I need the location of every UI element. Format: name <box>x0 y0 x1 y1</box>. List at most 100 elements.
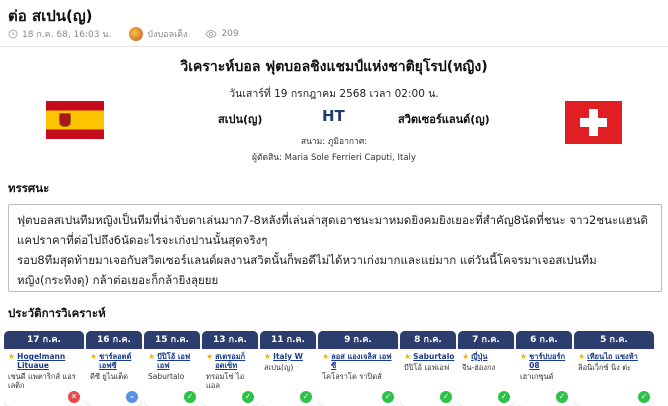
history-card-team[interactable]: Saburtalo <box>413 352 454 361</box>
history-card[interactable]: 8 ก.ค. ★ Saburtalo บีปิโอ้ เอฟเอฟ ✓ <box>400 331 456 406</box>
history-card-date: 8 ก.ค. <box>400 331 456 349</box>
win-check-icon: ✓ <box>556 391 568 403</box>
publish-date: 18 ก.ค. 68, 16:03 น. <box>8 27 111 41</box>
history-card-opponent: โคโลราโด ราปิดส์ <box>322 372 382 381</box>
star-icon: ★ <box>322 352 330 361</box>
star-icon: ★ <box>578 352 586 361</box>
spain-crest-icon <box>59 113 71 127</box>
publish-date-text: 18 ก.ค. 68, 16:03 น. <box>22 30 112 40</box>
history-card-team[interactable]: สเตรอมก็อดเซ็ท <box>215 352 254 370</box>
history-card-opponent: เฮาเกซุนด์ <box>520 372 554 381</box>
history-card[interactable]: 11 ก.ค. ★ Italy W สเปน(ญ) ✓ <box>260 331 316 406</box>
opinion-paragraph-1: ฟุตบอลสเปนทีมหญิงเป็นทีมที่น่าจับตาเล่นม… <box>17 213 648 247</box>
star-icon: ★ <box>264 352 272 361</box>
history-card-pick: ★ Italy W <box>264 352 312 361</box>
history-card-pick: ★ เทียนไถ แชงห้า <box>578 352 650 361</box>
win-check-icon: ✓ <box>382 391 394 403</box>
view-count: 209 <box>205 29 239 39</box>
away-team: สวิตเซอร์แลนด์(ญ) <box>398 113 490 126</box>
loss-cross-icon: ✕ <box>68 391 80 403</box>
history-card-team[interactable]: Italy W <box>273 352 303 361</box>
history-card-team[interactable]: ญี่ปุ่น <box>471 352 487 361</box>
star-icon: ★ <box>462 352 470 361</box>
history-card-pick: ★ Saburtalo <box>404 352 454 361</box>
history-card-team[interactable]: Hogelmann Lituaue <box>17 352 80 370</box>
history-card-body: ★ ชาร์ลอตต์ เอฟซีดีซี ยูไนเต็ด – <box>86 349 142 406</box>
history-card-team[interactable]: ลอส แองเจลิส เอฟซี <box>331 352 394 370</box>
history-card-body: ★ บีปิโอ้ เอฟเอฟ Saburtalo ✓ <box>144 349 200 406</box>
history-card[interactable]: 7 ก.ค. ★ ญี่ปุ่นจีน-ฮ่องกง ✓ <box>458 331 514 406</box>
history-card-opponent: จีน-ฮ่องกง <box>462 363 496 372</box>
history-card-body: ★ ชาร์ปบอร์ก 08 เฮาเกซุนด์ ✓ <box>516 349 572 406</box>
win-check-icon: ✓ <box>498 391 510 403</box>
history-card-opponent: บีปิโอ้ เอฟเอฟ <box>404 363 450 372</box>
history-card-opponent: สเปน(ญ) <box>264 363 294 372</box>
history-strip[interactable]: 17 ก.ค. ★ Hogelmann Lituaue เชนดี แพตาริกส์… <box>4 331 668 406</box>
history-title: ประวัติการวิเคราะห์ <box>8 306 106 320</box>
draw-icon: – <box>126 391 138 403</box>
history-card-pick: ★ ลอส แองเจลิส เอฟซี <box>322 352 394 370</box>
article-meta: 18 ก.ค. 68, 16:03 น. บังบอลเด็ง 209 <box>8 27 257 41</box>
history-card[interactable]: 6 ก.ค. ★ ชาร์ปบอร์ก 08 เฮาเกซุนด์ ✓ <box>516 331 572 406</box>
history-card-pick: ★ Hogelmann Lituaue <box>8 352 80 370</box>
star-icon: ★ <box>520 352 528 361</box>
page-title: ต่อ สเปน(ญ) <box>8 7 93 25</box>
history-card-date: 9 ก.ค. <box>318 331 398 349</box>
star-icon: ★ <box>90 352 98 361</box>
history-card-date: 6 ก.ค. <box>516 331 572 349</box>
history-card-date: 17 ก.ค. <box>4 331 84 349</box>
view-count-text: 209 <box>221 29 239 39</box>
history-card-date: 7 ก.ค. <box>458 331 514 349</box>
win-check-icon: ✓ <box>184 391 196 403</box>
history-card-body: ★ Saburtalo บีปิโอ้ เอฟเอฟ ✓ <box>400 349 456 406</box>
match-status: HT <box>322 107 345 125</box>
history-card-body: ★ ญี่ปุ่นจีน-ฮ่องกง ✓ <box>458 349 514 406</box>
history-card-date: 16 ก.ค. <box>86 331 142 349</box>
history-card[interactable]: 17 ก.ค. ★ Hogelmann Lituaue เชนดี แพตาริกส์… <box>4 331 84 406</box>
history-card-body: ★ Hogelmann Lituaue เชนดี แพตาริกส์ แอรเลต… <box>4 349 84 406</box>
opinion-title: ทรรศนะ <box>8 181 50 195</box>
win-check-icon: ✓ <box>638 391 650 403</box>
author-name[interactable]: บังบอลเด็ง <box>147 27 187 41</box>
history-card-date: 11 ก.ค. <box>260 331 316 349</box>
history-card-pick: ★ สเตรอมก็อดเซ็ท <box>206 352 254 370</box>
history-card-team[interactable]: บีปิโอ้ เอฟเอฟ <box>157 352 196 370</box>
stadium-info: สนาม: ภูมิอากาศ: <box>300 137 368 147</box>
history-card[interactable]: 13 ก.ค. ★ สเตรอมก็อดเซ็ท ทรอมโซ่ ไอแอล ✓ <box>202 331 258 406</box>
history-card-team[interactable]: ชาร์ปบอร์ก 08 <box>529 352 568 370</box>
history-card-body: ★ ลอส แองเจลิส เอฟซีโคโลราโด ราปิดส์ ✓ <box>318 349 398 406</box>
history-card[interactable]: 16 ก.ค. ★ ชาร์ลอตต์ เอฟซีดีซี ยูไนเต็ด – <box>86 331 142 406</box>
history-card-team[interactable]: เทียนไถ แชงห้า <box>587 352 638 361</box>
history-card[interactable]: 9 ก.ค. ★ ลอส แองเจลิส เอฟซี โคโลราโด ราปิดส… <box>318 331 398 406</box>
history-card-body: ★ เทียนไถ แชงห้าลิอนิเว็กซ์ นิง ต่ะ ✓ <box>574 349 654 406</box>
win-check-icon: ✓ <box>300 391 312 403</box>
match-date: วันเสาร์ที่ 19 กรกฎาคม 2568 เวลา 02:00 น… <box>229 88 439 100</box>
star-icon: ★ <box>206 352 214 361</box>
history-card-team[interactable]: ชาร์ลอตต์ เอฟซี <box>99 352 138 370</box>
history-card[interactable]: 15 ก.ค. ★ บีปิโอ้ เอฟเอฟ Saburtalo ✓ <box>144 331 200 406</box>
eye-icon <box>205 29 217 39</box>
history-card-pick: ★ ญี่ปุ่น <box>462 352 510 361</box>
author-avatar <box>129 27 144 41</box>
opinion-paragraph-2: รอบ8ทีมสุดท้ายมาเจอกับสวิตเซอร์แลนด์ผลงา… <box>17 253 597 287</box>
history-card-pick: ★ บีปิโอ้ เอฟเอฟ <box>148 352 196 370</box>
clock-icon <box>8 29 18 39</box>
star-icon: ★ <box>8 352 16 361</box>
referee-info: ผู้ตัดสิน: Maria Sole Ferrieri Caputi, I… <box>252 153 416 163</box>
article-heading: วิเคราะห์บอล ฟุตบอลชิงแชมป์แห่งชาติยุโรป… <box>180 59 488 75</box>
star-icon: ★ <box>148 352 156 361</box>
history-card-opponent: ลิอนิเว็กซ์ นิง ต่ะ <box>578 363 632 372</box>
win-check-icon: ✓ <box>242 391 254 403</box>
home-team: สเปน(ญ) <box>218 113 263 126</box>
history-card[interactable]: 5 ก.ค. ★ เทียนไถ แชงห้า ลิอนิเว็กซ์ นิง ต่ะ… <box>574 331 654 406</box>
win-check-icon: ✓ <box>440 391 452 403</box>
author[interactable]: บังบอลเด็ง <box>129 27 187 41</box>
history-card-date: 5 ก.ค. <box>574 331 654 349</box>
history-card-pick: ★ ชาร์ลอตต์ เอฟซี <box>90 352 138 370</box>
history-card-opponent: Saburtalo <box>148 372 185 381</box>
history-card-body: ★ Italy W สเปน(ญ) ✓ <box>260 349 316 406</box>
history-card-date: 13 ก.ค. <box>202 331 258 349</box>
star-icon: ★ <box>404 352 412 361</box>
history-card-opponent: เชนดี แพตาริกส์ แอรเลติก <box>8 372 76 390</box>
history-card-opponent: ดีซี ยูไนเต็ด <box>90 372 128 381</box>
